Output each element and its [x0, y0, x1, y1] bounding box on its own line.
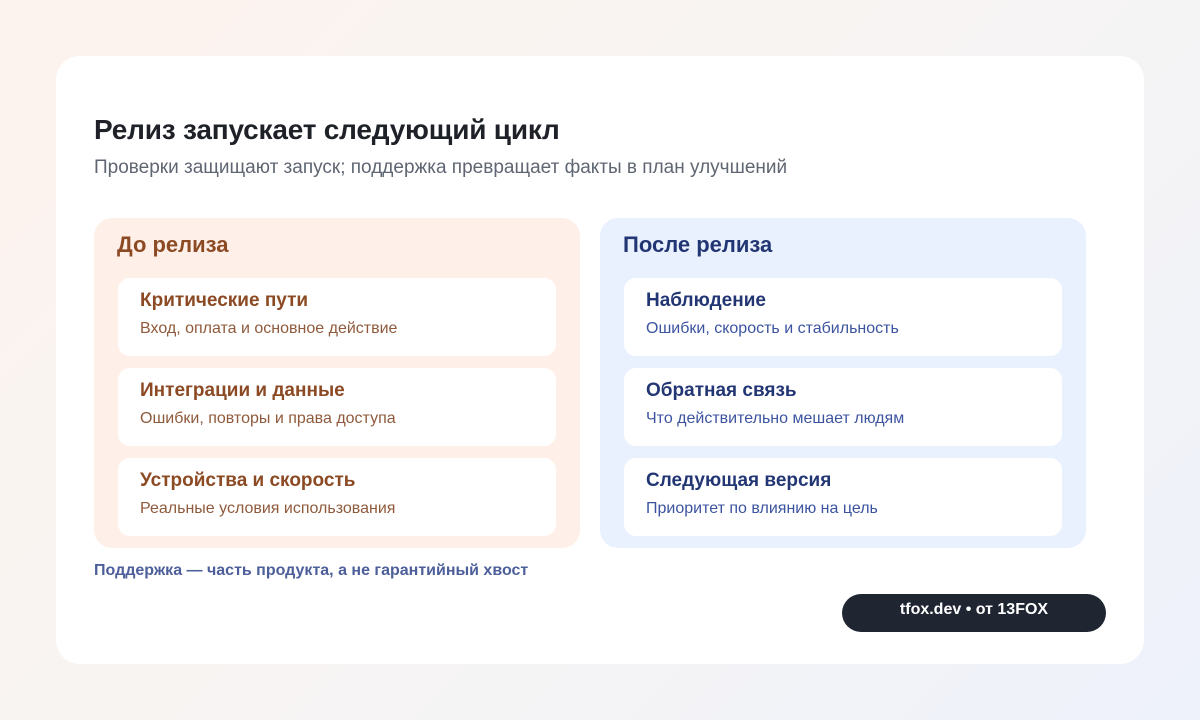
before-release-heading: До релиза	[117, 232, 229, 257]
page-title: Релиз запускает следующий цикл	[94, 114, 560, 145]
content-card: Релиз запускает следующий цикл Проверки …	[56, 56, 1144, 664]
before-item-integrations: Интеграции и данные Ошибки, повторы и пр…	[118, 368, 556, 446]
after-item-feedback: Обратная связь Что действительно мешает …	[624, 368, 1062, 446]
item-description: Реальные условия использования	[140, 500, 396, 517]
item-title: Устройства и скорость	[140, 470, 356, 491]
item-title: Критические пути	[140, 290, 309, 311]
support-footnote: Поддержка — часть продукта, а не гаранти…	[94, 562, 529, 579]
before-release-panel: До релиза Критические пути Вход, оплата …	[94, 218, 580, 548]
item-title: Следующая версия	[646, 470, 832, 491]
item-description: Вход, оплата и основное действие	[140, 320, 398, 337]
after-release-panel: После релиза Наблюдение Ошибки, скорость…	[600, 218, 1086, 548]
before-item-critical-paths: Критические пути Вход, оплата и основное…	[118, 278, 556, 356]
item-title: Интеграции и данные	[140, 380, 345, 401]
page-subtitle: Проверки защищают запуск; поддержка прев…	[94, 157, 788, 178]
item-description: Ошибки, скорость и стабильность	[646, 320, 899, 337]
item-title: Наблюдение	[646, 290, 766, 311]
item-title: Обратная связь	[646, 380, 797, 401]
before-item-devices-speed: Устройства и скорость Реальные условия и…	[118, 458, 556, 536]
after-item-monitoring: Наблюдение Ошибки, скорость и стабильнос…	[624, 278, 1062, 356]
brand-badge: tfox.dev • от 13FOX	[842, 594, 1106, 632]
item-description: Ошибки, повторы и права доступа	[140, 410, 396, 427]
after-item-next-version: Следующая версия Приоритет по влиянию на…	[624, 458, 1062, 536]
item-description: Что действительно мешает людям	[646, 410, 905, 427]
after-release-heading: После релиза	[623, 232, 773, 257]
item-description: Приоритет по влиянию на цель	[646, 500, 878, 517]
